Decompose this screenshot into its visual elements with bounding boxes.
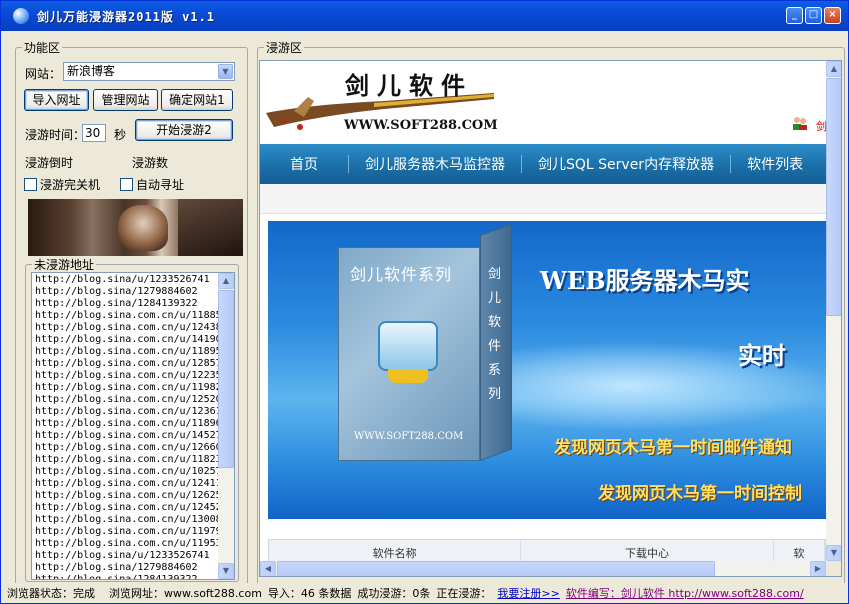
minimize-button[interactable]: _ [786,7,803,24]
list-item[interactable]: http://blog.sina.com.cn/u/11953 [35,538,219,550]
list-item[interactable]: http://blog.sina.com.cn/u/12411 [35,478,219,490]
list-item[interactable]: http://blog.sina.com.cn/u/11823 [35,454,219,466]
list-item[interactable]: http://blog.sina.com.cn/u/12660 [35,442,219,454]
manage-site-button[interactable]: 管理网站 [93,89,158,111]
list-item[interactable]: http://blog.sina.com.cn/u/14527 [35,430,219,442]
function-panel-legend: 功能区 [24,41,61,55]
product-box-url: WWW.SOFT288.COM [354,431,464,442]
sub-nav-strip [260,184,826,214]
promo-subheadline: 实时 [738,341,786,370]
site-label: 网站： [25,67,62,81]
users-icon[interactable] [792,116,808,130]
site-select[interactable]: 新浪博客 ▼ [63,62,235,81]
count-label: 浸游数 [132,156,169,170]
logo-text: 剑儿软件 [345,71,473,100]
browser-hscroll-thumb[interactable] [277,561,715,576]
scroll-up-icon[interactable]: ▲ [218,273,234,289]
start-browse-button[interactable]: 开始浸游2 [135,119,233,141]
list-item[interactable]: http://blog.sina.com.cn/u/12625 [35,490,219,502]
window-title: 剑儿万能浸游器2011版 v1.1 [37,9,216,24]
unvisited-url-legend: 未浸游地址 [34,258,95,272]
shutdown-checkbox-box[interactable] [24,178,37,191]
autofind-checkbox-box[interactable] [120,178,133,191]
autofind-checkbox[interactable]: 自动寻址 [120,176,184,193]
list-item[interactable]: http://blog.sina.com.cn/u/11885 [35,310,219,322]
register-link[interactable]: 我要注册>> [497,585,559,601]
browse-url: 浏览网址：www.soft288.com [109,587,262,600]
url-lines: http://blog.sina/u/1233526741 http://blog… [35,274,219,579]
list-item[interactable]: http://blog.sina/u/1233526741 [35,274,219,286]
status-bar: 浏览器状态：完成 浏览网址：www.soft288.com 导入：46 条数据 … [1,583,848,603]
site-header: 剑儿软件 WWW.SOFT288.COM 剑 [260,61,827,146]
list-item[interactable]: http://blog.sina.com.cn/u/11896 [35,418,219,430]
nav-server-monitor[interactable]: 剑儿服务器木马监控器 [349,154,521,174]
author-link[interactable]: 软件编写：剑儿软件 http://www.soft288.com/ [566,585,804,601]
scroll-down-icon[interactable]: ▼ [218,563,234,579]
browser-vscroll-thumb[interactable] [826,78,841,316]
site-select-value: 新浪博客 [67,64,116,78]
shutdown-checkbox-label: 浸游完关机 [40,178,101,192]
list-item[interactable]: http://blog.sina.com.cn/u/12235 [35,370,219,382]
time-unit: 秒 [114,128,127,142]
browser-vscrollbar[interactable]: ▲ ▼ [826,61,841,561]
app-icon [13,8,29,24]
list-item[interactable]: http://blog.sina.com.cn/u/12361 [35,406,219,418]
scroll-up-icon[interactable]: ▲ [826,61,841,77]
nav-software-list[interactable]: 软件列表 [731,154,819,174]
product-box-side-text: 剑儿软件系列 [488,267,502,402]
list-item[interactable]: http://blog.sina.com.cn/u/12438 [35,322,219,334]
countdown-label: 浸游倒时 [25,156,74,170]
close-button[interactable]: × [824,7,841,24]
list-item[interactable]: http://blog.sina.com.cn/u/11982 [35,382,219,394]
list-item[interactable]: http://blog.sina.com.cn/u/12452 [35,502,219,514]
list-item[interactable]: http://blog.sina.com.cn/u/11979 [35,526,219,538]
url-list-scroll-thumb[interactable] [218,290,234,468]
monitor-icon [378,321,438,383]
import-count: 导入：46 条数据 [267,587,352,600]
promo-headline: WEB服务器木马实 [540,266,750,295]
chevron-down-icon[interactable]: ▼ [218,64,233,79]
banner-image [28,199,243,256]
list-item[interactable]: http://blog.sina.com.cn/u/11895 [35,346,219,358]
list-item[interactable]: http://blog.sina.com.cn/u/13008 [35,514,219,526]
list-item[interactable]: http://blog.sina/1284139322 [35,574,219,579]
time-input[interactable]: 30 [82,124,106,142]
promo-line-2: 发现网页木马第一时间控制 [598,484,802,504]
web-browser[interactable]: 剑儿软件 WWW.SOFT288.COM 剑 首页 剑儿服务器木马监控器 剑儿S… [259,60,842,577]
list-item[interactable]: http://blog.sina.com.cn/u/12857 [35,358,219,370]
import-url-button[interactable]: 导入网址 [24,89,89,111]
title-bar[interactable]: 剑儿万能浸游器2011版 v1.1 _ □ × [1,1,848,31]
promo-banner[interactable]: 剑儿软件系列 剑儿软件系列 WWW.SOFT288.COM WEB服务器木马实 … [268,221,826,519]
success-count: 成功浸游：0条 [357,587,431,600]
browser-hscrollbar[interactable]: ◀ ▶ [260,561,826,576]
scroll-down-icon[interactable]: ▼ [826,545,841,561]
maximize-button[interactable]: □ [805,7,822,24]
list-item[interactable]: http://blog.sina.com.cn/u/14190 [35,334,219,346]
scroll-left-icon[interactable]: ◀ [260,561,276,576]
product-box-title: 剑儿软件系列 [350,265,453,284]
time-label: 浸游时间： [25,128,86,142]
scroll-right-icon[interactable]: ▶ [810,561,826,576]
site-nav: 首页 剑儿服务器木马监控器 剑儿SQL Server内存释放器 软件列表 [260,144,826,189]
shutdown-checkbox[interactable]: 浸游完关机 [24,176,100,193]
confirm-site-button[interactable]: 确定网站1 [161,89,233,111]
current-browse: 正在浸游： [436,587,492,600]
list-item[interactable]: http://blog.sina.com.cn/u/10257 [35,466,219,478]
url-list-scrollbar[interactable]: ▲ ▼ [218,273,234,579]
autofind-checkbox-label: 自动寻址 [136,178,185,192]
main-window: 剑儿万能浸游器2011版 v1.1 _ □ × 功能区 网站： 新浪博客 ▼ 导… [0,0,849,604]
nav-home[interactable]: 首页 [260,154,348,189]
unvisited-url-list[interactable]: http://blog.sina/u/1233526741 http://blog… [31,272,235,580]
browse-panel-legend: 浸游区 [266,41,303,55]
browser-state: 浏览器状态：完成 [7,587,95,600]
list-item[interactable]: http://blog.sina/1279884602 [35,286,219,298]
nav-sql-memory[interactable]: 剑儿SQL Server内存释放器 [522,154,730,174]
list-item[interactable]: http://blog.sina/u/1233526741 [35,550,219,562]
logo-url[interactable]: WWW.SOFT288.COM [344,118,498,133]
promo-line-1: 发现网页木马第一时间邮件通知 [554,438,792,458]
scroll-corner [826,561,841,576]
list-item[interactable]: http://blog.sina/1279884602 [35,562,219,574]
list-item[interactable]: http://blog.sina/1284139322 [35,298,219,310]
list-item[interactable]: http://blog.sina.com.cn/u/12520 [35,394,219,406]
